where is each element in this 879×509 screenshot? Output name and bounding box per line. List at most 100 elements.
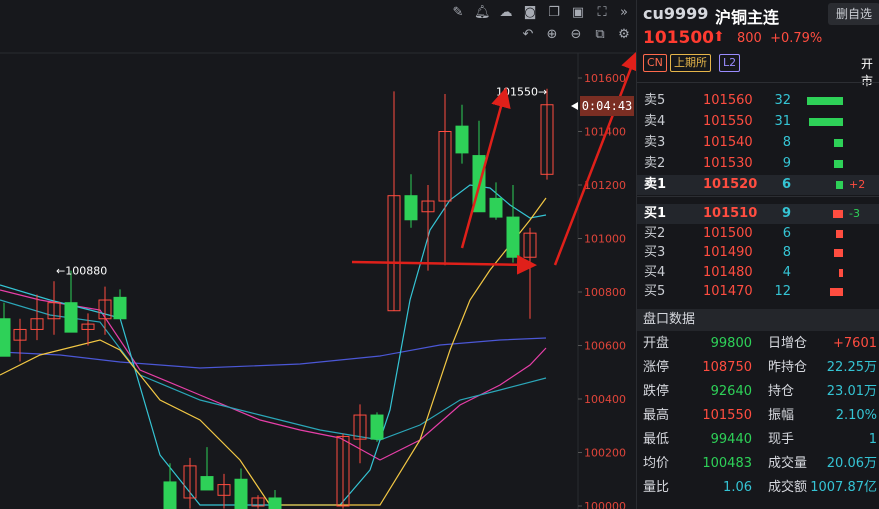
stat-value: 99800 [710,336,752,351]
candle-body [268,497,282,509]
zoom-out-icon[interactable]: ⊖ [568,27,584,43]
level-price: 101530 [703,156,753,171]
up-arrow-icon: ⬆ [713,29,725,45]
stat-label: 振幅 [768,408,795,423]
y-tick-label: 101000 [584,233,626,246]
price-change: 800 +0.79% [737,31,822,46]
countdown-badge: 0:04:43 [580,96,634,116]
stat-label: 开盘 [643,336,670,351]
fullscreen-icon[interactable]: ⛶ [594,5,610,21]
bid-row[interactable]: 买5 101470 12 [637,282,879,302]
level-price: 101470 [703,284,753,299]
tag-cn: CN [643,54,667,72]
camera-icon[interactable]: ◙ [522,5,538,21]
stat-value: 1007.87亿 [810,480,877,495]
stat-label: 跌停 [643,384,670,399]
candle-body [489,197,503,218]
volume-bar [807,97,843,105]
stat-label: 涨停 [643,360,670,375]
volume-bar [830,288,843,296]
level-volume: 12 [774,284,791,299]
undo-icon[interactable]: ↶ [520,27,536,43]
candle-body [0,318,11,357]
ask-row[interactable]: 卖3 101540 8 [637,133,879,153]
level-label: 卖2 [644,156,666,171]
level-label: 买3 [644,245,666,260]
open-hint: 开市 [861,57,874,88]
moving-average-line [0,337,547,369]
bell-icon[interactable]: 🔔︎ [474,5,491,21]
copy-icon[interactable]: ❐ [546,5,562,21]
y-tick-label: 100800 [584,286,626,299]
level-volume: 4 [782,264,791,280]
level-price: 101500 [703,225,753,241]
remove-watchlist-button[interactable]: 删自选 [828,3,879,25]
tag-exchange: 上期所 [670,54,711,72]
candle-body [370,414,384,440]
y-tick-label: 100600 [584,340,626,353]
stat-value: 108750 [702,360,752,375]
level-price: 101560 [703,93,753,108]
monitor-icon[interactable]: ▣ [570,5,586,21]
bid-row[interactable]: 买1 101510 9 -3 [637,204,879,224]
level-volume: 6 [782,225,791,241]
layout-icon[interactable]: ⧉ [592,27,608,43]
level-volume: 31 [774,114,791,129]
y-tick-label: 100200 [584,447,626,460]
level-volume: 8 [782,135,791,150]
candle-body [455,125,469,154]
candle-body [234,478,248,509]
ask-row[interactable]: 卖5 101560 32 [637,91,879,111]
level-volume: 32 [774,93,791,108]
stats-title: 盘口数据 [643,312,696,327]
level-volume: 8 [782,245,791,260]
ask-row[interactable]: 卖1 101520 6 +2 [637,175,879,195]
stat-label: 最低 [643,432,670,447]
kline-chart-area[interactable]: 1016001014001012001010001008001006001004… [0,0,636,509]
cloud-icon[interactable]: ☁ [498,5,514,21]
level-label: 买1 [644,206,667,221]
stat-label: 日增仓 [768,336,808,351]
tag-level[interactable]: L2 [719,54,741,72]
stats-header[interactable]: 盘口数据 [637,309,879,331]
stat-value: +7601 [833,336,877,351]
candle-body [113,296,127,320]
candle-body [404,195,418,221]
bid-row[interactable]: 买4 101480 4 [637,263,879,283]
level-price: 101480 [703,264,753,280]
volume-bar [809,118,843,126]
change-value: 800 [737,31,762,46]
bid-row[interactable]: 买3 101490 8 [637,243,879,263]
level-label: 卖1 [644,177,667,192]
y-tick-label: 101600 [584,72,626,85]
moving-average-line [0,299,547,441]
level-volume: 6 [781,177,791,192]
stat-label: 持仓 [768,384,795,399]
stat-value: 2.10% [835,408,877,423]
bid-row[interactable]: 买2 101500 6 [637,224,879,244]
level-price: 101550 [703,114,753,129]
level-label: 卖4 [644,114,666,129]
volume-delta: -3 [849,207,860,220]
pencil-icon[interactable]: ✎ [450,5,466,21]
level-label: 买4 [644,264,666,280]
stat-label: 最高 [643,408,670,423]
annotation-arrow [351,254,537,275]
ask-row[interactable]: 卖4 101550 31 [637,112,879,132]
level-price: 101490 [703,245,753,260]
collapse-icon[interactable]: » [616,5,632,21]
settings-icon[interactable]: ⚙ [616,27,632,43]
divider [637,82,879,83]
candle-body [163,481,177,509]
y-tick-label: 101200 [584,179,626,192]
level-label: 买5 [644,284,666,299]
level-price: 101540 [703,135,753,150]
kline-chart[interactable]: 1016001014001012001010001008001006001004… [0,0,636,509]
ask-row[interactable]: 卖2 101530 9 [637,154,879,174]
stat-value: 1 [868,432,877,447]
level-label: 买2 [644,225,666,241]
stat-label: 昨持仓 [768,360,808,375]
quote-panel: cu9999 沪铜主连 删自选 101500 ⬆ 800 +0.79% CN 上… [636,0,879,509]
zoom-in-icon[interactable]: ⊕ [544,27,560,43]
stat-value: 99440 [710,432,752,447]
